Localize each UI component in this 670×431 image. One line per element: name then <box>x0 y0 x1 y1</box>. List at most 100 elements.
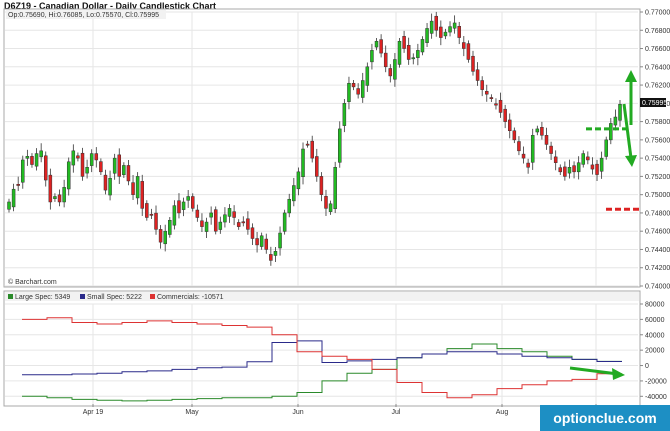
candle-body <box>452 22 457 29</box>
candle-body <box>356 88 360 95</box>
candle-body <box>507 119 512 131</box>
candle-body <box>466 43 471 60</box>
x-tick-label: Jun <box>292 409 303 416</box>
candle-body <box>135 176 140 199</box>
candle-body <box>618 103 622 121</box>
candle-body <box>53 196 57 199</box>
candle-body <box>599 157 604 172</box>
candle-body <box>273 251 278 256</box>
candle-body <box>351 82 356 88</box>
candle-body <box>223 214 227 223</box>
candle-body <box>388 68 393 77</box>
candle-body <box>195 209 200 218</box>
candle-body <box>530 135 535 163</box>
watermark: © Barchart.com <box>8 278 57 286</box>
candle <box>145 200 149 221</box>
candle-body <box>581 153 585 165</box>
candle-body <box>503 108 507 122</box>
candle-body <box>315 156 319 177</box>
candle-body <box>117 154 122 177</box>
price-tick-label: 0.75600 <box>645 137 670 144</box>
brand-badge[interactable]: optionclue.com <box>540 405 670 431</box>
candle-body <box>218 221 223 230</box>
candle-body <box>158 229 163 243</box>
candle-body <box>259 235 264 247</box>
candle-body <box>475 69 480 81</box>
candle-body <box>255 238 259 246</box>
x-tick-label: Apr 19 <box>83 409 104 416</box>
candle-body <box>609 123 613 141</box>
candle-body <box>71 150 76 166</box>
last-price-label: 0.75995 <box>642 100 667 107</box>
candle-body <box>168 219 172 235</box>
candle-body <box>48 174 53 203</box>
legend-swatch <box>150 294 155 299</box>
candle-body <box>558 167 563 173</box>
candle-body <box>301 148 305 178</box>
price-tick-label: 0.74200 <box>645 265 670 272</box>
candle-body <box>374 40 379 48</box>
candle-body <box>278 232 282 249</box>
price-tick-label: 0.76600 <box>645 46 670 53</box>
candle-body <box>282 212 287 232</box>
candle-body <box>429 20 434 34</box>
candle-body <box>269 254 273 261</box>
candle-body <box>305 143 310 146</box>
candle-body <box>204 221 209 232</box>
candle-body <box>425 28 429 43</box>
candle-body <box>241 221 246 224</box>
candle-body <box>457 25 461 38</box>
candle-body <box>80 152 85 177</box>
candle-body <box>57 194 62 203</box>
candle-body <box>526 162 530 168</box>
candle-body <box>462 42 466 49</box>
price-tick-label: 0.74000 <box>645 284 670 291</box>
price-tick-label: 0.75800 <box>645 119 670 126</box>
candle-body <box>604 139 608 157</box>
legend-swatch <box>80 294 85 299</box>
candle-body <box>163 230 167 245</box>
price-tick-label: 0.74400 <box>645 247 670 254</box>
candle-body <box>370 50 374 63</box>
candle-body <box>572 165 576 173</box>
candle-body <box>62 187 66 203</box>
candle-body <box>172 205 177 226</box>
candle-body <box>11 188 16 208</box>
chart-canvas[interactable]: 0.770000.768000.766000.764000.762000.760… <box>0 0 670 431</box>
x-tick-label: Aug <box>496 409 509 416</box>
candle-body <box>310 140 314 159</box>
cot-tick-label: 80000 <box>645 302 665 309</box>
candle-body <box>586 156 590 161</box>
last-price-marker: 0.75995 <box>640 98 667 107</box>
x-tick-label: May <box>185 409 199 416</box>
candle-body <box>397 40 402 65</box>
candle-body <box>383 52 388 68</box>
candle-body <box>213 209 218 232</box>
cot-tick-label: -20000 <box>645 378 667 385</box>
candle-body <box>517 141 521 152</box>
candle-body <box>227 208 232 217</box>
candle <box>397 38 402 68</box>
candle-body <box>360 80 365 98</box>
candle-body <box>498 99 503 113</box>
candle <box>213 206 218 235</box>
candle-body <box>264 238 269 250</box>
candle-body <box>544 135 549 145</box>
candle-body <box>149 213 154 216</box>
candle-body <box>448 26 452 33</box>
legend-label: Commercials: -10571 <box>157 294 224 301</box>
candle-body <box>540 127 544 136</box>
candle-body <box>471 55 475 72</box>
candle-body <box>112 157 117 174</box>
candle-body <box>553 156 558 163</box>
price-y-axis: 0.770000.768000.766000.764000.762000.760… <box>640 10 670 291</box>
price-tick-label: 0.74600 <box>645 229 670 236</box>
candle <box>604 136 608 160</box>
candle-body <box>154 212 158 230</box>
candle-body <box>122 165 126 176</box>
candle-body <box>246 218 250 230</box>
candle-body <box>108 177 112 196</box>
candle-body <box>439 26 443 38</box>
candle-body <box>480 80 484 90</box>
candle-body <box>94 153 99 161</box>
